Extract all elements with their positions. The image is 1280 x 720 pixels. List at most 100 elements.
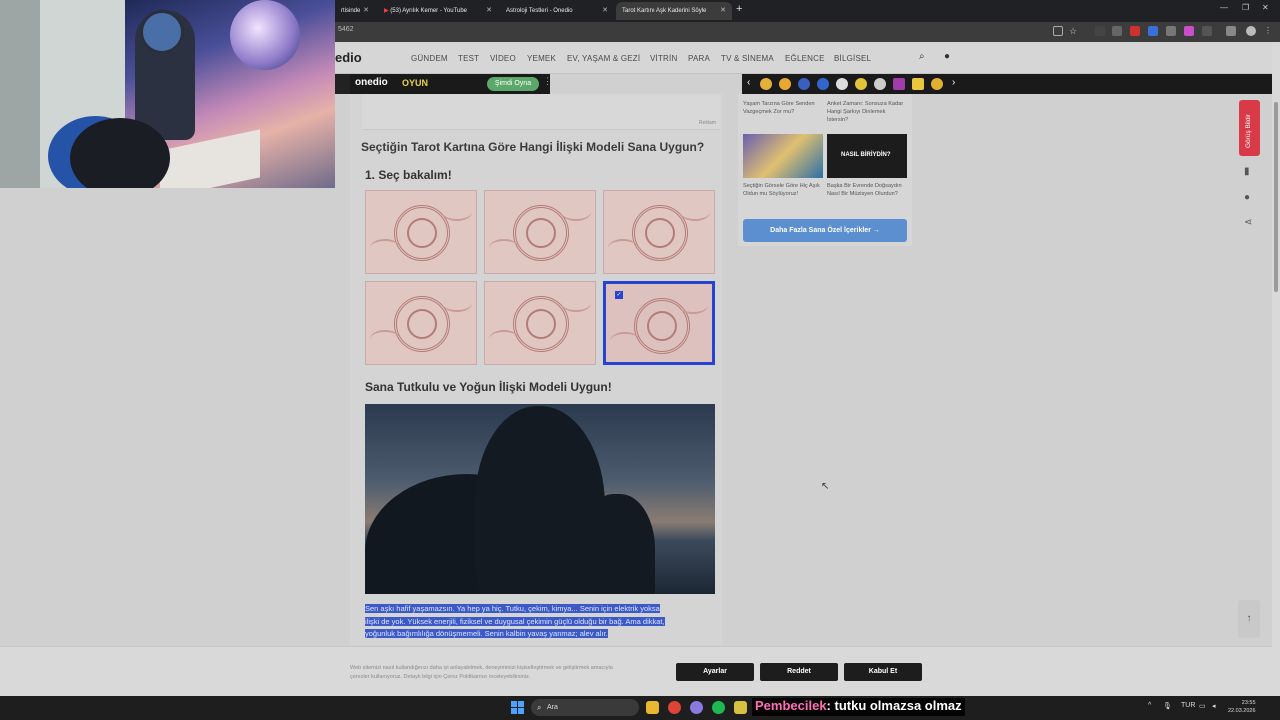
cookie-reject-button[interactable]: Reddet: [760, 663, 838, 681]
system-clock[interactable]: 23:55 22.03.2026: [1228, 699, 1256, 715]
browser-tab[interactable]: ▶ (53) Ayrılık Kemer - YouTube ✕: [378, 2, 498, 20]
trend-badge-icon[interactable]: [836, 78, 848, 90]
recommendation-title: Seçtiğin Görsele Göre Hiç Aşık Oldun mu …: [743, 183, 820, 197]
nav-item-para[interactable]: PARA: [688, 54, 710, 63]
close-window-icon[interactable]: ✕: [1262, 3, 1269, 12]
close-icon[interactable]: ✕: [486, 2, 492, 20]
more-icon[interactable]: ⋮: [543, 76, 552, 87]
network-icon[interactable]: ▭: [1199, 702, 1206, 710]
extension-icon[interactable]: [1166, 26, 1176, 36]
play-now-button[interactable]: Şimdi Oyna: [487, 77, 539, 91]
feedback-tab[interactable]: Görüş Bildir: [1239, 100, 1260, 156]
nav-item-video[interactable]: VİDEO: [490, 54, 516, 63]
file-explorer-icon[interactable]: [646, 701, 659, 714]
nav-item-vitrin[interactable]: VİTRİN: [650, 54, 677, 63]
download-icon[interactable]: [1226, 26, 1236, 36]
nav-item-bilgisel[interactable]: BİLGİSEL: [834, 54, 871, 63]
recommendation-card[interactable]: Başka Bir Evrende Doğsaydın Nasıl Bir Mü…: [827, 182, 907, 198]
more-content-button[interactable]: Daha Fazla Sana Özel İçerikler →: [743, 219, 907, 242]
browser-tab[interactable]: rtisinde ✕: [335, 2, 375, 20]
extension-icon[interactable]: [1112, 26, 1122, 36]
tray-chevron-icon[interactable]: ^: [1148, 702, 1151, 709]
tarot-card-option[interactable]: [484, 190, 596, 274]
app-icon[interactable]: [734, 701, 747, 714]
bookmark-star-icon[interactable]: ☆: [1069, 26, 1079, 36]
extension-icon[interactable]: [1095, 26, 1105, 36]
recommendation-title: Başka Bir Evrende Doğsaydın Nasıl Bir Mü…: [827, 183, 902, 197]
windows-taskbar: ⌕ Ara ^ 🎙 TUR ▭ ◂ 23:55 22.03.2026: [0, 696, 1280, 720]
nav-item-tv-sinema[interactable]: TV & SİNEMA: [721, 54, 774, 63]
browser-tab-active[interactable]: Tarot Kartını Aşk Kaderini Söyle ✕: [616, 2, 732, 20]
scrollbar-thumb[interactable]: [1274, 102, 1278, 292]
recommendation-thumbnail[interactable]: NASIL BİRİYDİN?: [827, 134, 907, 178]
microphone-icon[interactable]: 🎙: [1163, 702, 1172, 710]
tarot-card-option-selected[interactable]: ✓: [603, 281, 715, 365]
comment-icon[interactable]: ●: [1244, 192, 1250, 203]
volume-icon[interactable]: ◂: [1212, 702, 1216, 710]
taskbar-search-label: Ara: [547, 704, 558, 711]
avatar[interactable]: [1246, 26, 1256, 36]
close-icon[interactable]: ✕: [602, 2, 608, 20]
chrome-icon[interactable]: [668, 701, 681, 714]
chevron-right-icon[interactable]: ›: [952, 77, 955, 88]
trend-emoji-icon[interactable]: [760, 78, 772, 90]
nav-item-ev-yasam[interactable]: EV, YAŞAM & GEZİ: [567, 54, 640, 63]
url-field[interactable]: 5462: [338, 26, 354, 33]
minimize-icon[interactable]: —: [1220, 3, 1228, 12]
trend-badge-icon[interactable]: [798, 78, 810, 90]
recommendation-card[interactable]: Yaşam Tarzına Göre Senden Vazgeçmek Zor …: [743, 100, 823, 116]
nav-item-test[interactable]: TEST: [458, 54, 479, 63]
tab-label: Tarot Kartını Aşk Kaderini Söyle: [622, 8, 707, 14]
bookmark-icon[interactable]: ▮: [1244, 166, 1250, 177]
language-indicator[interactable]: TUR: [1181, 702, 1195, 709]
install-icon[interactable]: [1053, 26, 1063, 36]
cookie-accept-button[interactable]: Kabul Et: [844, 663, 922, 681]
windows-start-icon[interactable]: [511, 701, 524, 714]
tarot-card-option[interactable]: [484, 281, 596, 365]
trend-emoji-icon[interactable]: [931, 78, 943, 90]
recommendation-card[interactable]: Seçtiğin Görsele Göre Hiç Aşık Oldun mu …: [743, 182, 823, 198]
puzzle-icon[interactable]: [1202, 26, 1212, 36]
close-icon[interactable]: ✕: [720, 2, 726, 20]
scroll-top-button[interactable]: ↑: [1238, 600, 1260, 638]
trend-badge-icon[interactable]: [817, 78, 829, 90]
trend-badge-icon[interactable]: [912, 78, 924, 90]
trend-emoji-icon[interactable]: [779, 78, 791, 90]
new-tab-icon[interactable]: +: [736, 3, 742, 15]
cookie-settings-button[interactable]: Ayarlar: [676, 663, 754, 681]
trend-badge-icon[interactable]: [874, 78, 886, 90]
recommendation-thumbnail[interactable]: [743, 134, 823, 178]
result-title: Sana Tutkulu ve Yoğun İlişki Modeli Uygu…: [365, 380, 612, 394]
app-icon[interactable]: [690, 701, 703, 714]
trend-badge-icon[interactable]: [893, 78, 905, 90]
extension-icon[interactable]: [1184, 26, 1194, 36]
step-title: 1. Seç bakalım!: [365, 168, 452, 182]
recommendation-title: Yaşam Tarzına Göre Senden Vazgeçmek Zor …: [743, 101, 815, 115]
site-logo[interactable]: edio: [335, 50, 362, 65]
tarot-card-option[interactable]: [603, 190, 715, 274]
ad-slot: Reklam: [362, 94, 720, 130]
restore-icon[interactable]: ❐: [1242, 3, 1249, 12]
spotify-icon[interactable]: [712, 701, 725, 714]
extension-icon[interactable]: [1148, 26, 1158, 36]
result-line: Sen aşkı hafif yaşamazsın. Ya hep ya hiç…: [365, 604, 660, 613]
nav-item-gundem[interactable]: GÜNDEM: [411, 54, 448, 63]
nav-item-eglence[interactable]: EĞLENCE: [785, 54, 825, 63]
trend-emoji-icon[interactable]: [855, 78, 867, 90]
close-icon[interactable]: ✕: [363, 2, 369, 20]
chevron-left-icon[interactable]: ‹: [747, 77, 750, 88]
thumbnail-text: NASIL BİRİYDİN?: [841, 152, 891, 158]
recommendation-card[interactable]: Anket Zamanı: Sonsuza Kadar Hangi Şarkıy…: [827, 100, 907, 124]
extension-icon[interactable]: [1130, 26, 1140, 36]
menu-icon[interactable]: ⋮: [1264, 26, 1274, 36]
tarot-card-option[interactable]: [365, 281, 477, 365]
ad-note: Reklam: [699, 120, 716, 126]
user-icon[interactable]: ●: [944, 51, 950, 62]
taskbar-search[interactable]: ⌕ Ara: [531, 699, 639, 716]
share-icon[interactable]: ⋖: [1244, 217, 1252, 228]
nav-item-yemek[interactable]: YEMEK: [527, 54, 556, 63]
search-icon[interactable]: ⌕: [919, 51, 925, 62]
browser-tab[interactable]: Astroloji Testleri - Onedio ✕: [500, 2, 614, 20]
tarot-card-option[interactable]: [365, 190, 477, 274]
game-banner[interactable]: onedio OYUN Şimdi Oyna ⋮: [350, 74, 552, 94]
